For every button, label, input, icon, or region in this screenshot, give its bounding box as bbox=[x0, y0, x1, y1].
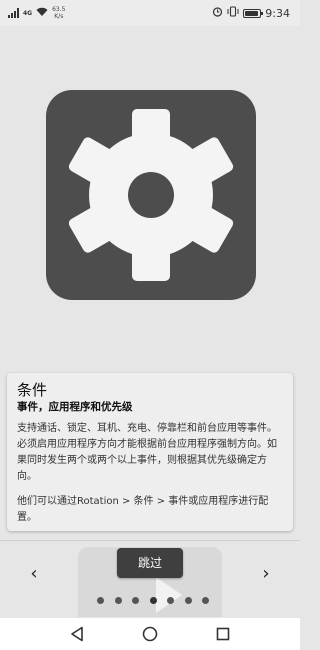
prev-button[interactable]: ‹ bbox=[24, 562, 44, 586]
info-card: 条件 事件，应用程序和优先级 支持通话、锁定、耳机、充电、停靠栏和前台应用等事件… bbox=[7, 373, 293, 531]
page-dot[interactable] bbox=[184, 596, 192, 604]
status-time: 9:34 bbox=[265, 6, 290, 20]
page-dot[interactable] bbox=[132, 596, 139, 604]
system-nav-bar bbox=[0, 618, 300, 650]
page-dot[interactable] bbox=[202, 596, 209, 604]
page-dot[interactable] bbox=[114, 596, 122, 604]
gear-icon bbox=[46, 90, 256, 300]
status-bar: 4G 63.5 K/s 9:34 bbox=[0, 0, 300, 26]
skip-button[interactable]: 跳过 bbox=[117, 548, 183, 578]
card-config-hint: 他们可以通过Rotation > 条件 > 事件或应用程序进行配置。 bbox=[17, 496, 269, 523]
card-subtitle: 事件，应用程序和优先级 bbox=[17, 401, 133, 413]
page-dot[interactable] bbox=[149, 596, 157, 604]
next-button[interactable]: › bbox=[256, 562, 276, 586]
net-speed-unit: K/s bbox=[54, 13, 64, 20]
battery-icon bbox=[243, 8, 264, 18]
card-description: 支持通话、锁定、耳机、充电、停靠栏和前台应用等事件。必须启用应用程序方向才能根据… bbox=[17, 423, 277, 482]
divider bbox=[0, 540, 300, 541]
home-circle-icon[interactable] bbox=[140, 624, 160, 644]
net-speed-value: 63.5 bbox=[52, 6, 66, 13]
play-icon bbox=[156, 577, 182, 613]
battery-fill bbox=[245, 10, 258, 16]
card-title: 条件 bbox=[17, 381, 48, 399]
back-triangle-icon[interactable] bbox=[67, 624, 87, 644]
signal-icon bbox=[8, 8, 19, 18]
page-dot[interactable] bbox=[97, 596, 104, 604]
recents-square-icon[interactable] bbox=[213, 624, 233, 644]
vibrate-icon bbox=[227, 6, 239, 20]
net-speed: 63.5 K/s bbox=[52, 6, 65, 20]
wifi-icon bbox=[36, 7, 48, 20]
status-right: 9:34 bbox=[212, 6, 290, 20]
network-type: 4G bbox=[23, 9, 33, 17]
alarm-icon bbox=[212, 6, 223, 20]
page-dot[interactable] bbox=[167, 596, 174, 604]
page-indicator bbox=[97, 596, 209, 604]
status-left: 4G 63.5 K/s bbox=[8, 6, 65, 20]
